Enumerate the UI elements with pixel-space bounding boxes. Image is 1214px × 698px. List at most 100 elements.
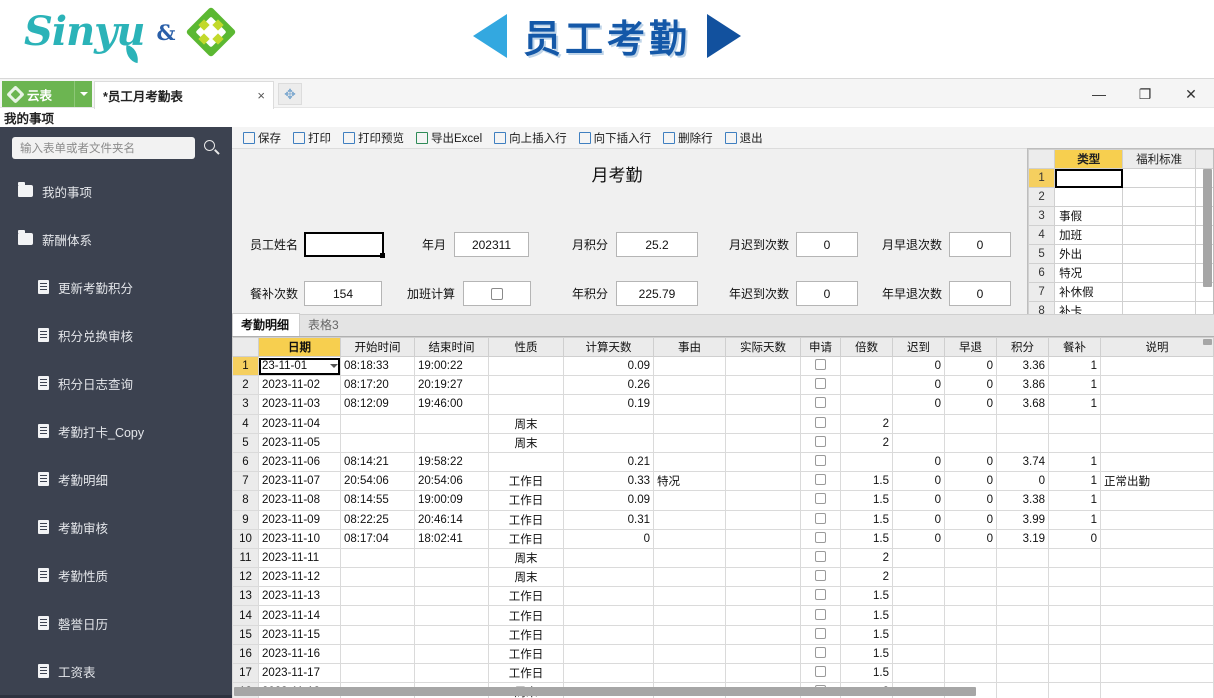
- grid-cell-nature[interactable]: 工作日: [488, 528, 564, 549]
- toolbar-button-5[interactable]: 向下插入行: [574, 128, 657, 148]
- grid-cell-late[interactable]: 0: [892, 355, 945, 377]
- grid-cell-end[interactable]: [414, 605, 489, 626]
- grid-header-apply[interactable]: 申请: [800, 337, 841, 357]
- grid-cell-multiple[interactable]: [840, 355, 893, 377]
- grid-cell-reason[interactable]: [653, 509, 726, 530]
- table-row[interactable]: 17 2023-11-17 工作日 1.5: [232, 662, 1214, 684]
- grid-cell-early[interactable]: 0: [944, 471, 997, 492]
- search-input[interactable]: 输入表单或者文件夹名: [12, 137, 195, 159]
- grid-cell-score[interactable]: 0: [996, 471, 1049, 492]
- mini-grid-row[interactable]: 1: [1028, 168, 1213, 188]
- grid-cell-meal[interactable]: 1: [1048, 509, 1101, 530]
- grid-header-early[interactable]: 早退: [944, 337, 997, 357]
- checkbox-icon[interactable]: [815, 474, 826, 486]
- row-number-cell[interactable]: 15: [232, 624, 259, 645]
- grid-cell-reason[interactable]: [653, 490, 726, 511]
- grid-cell-end[interactable]: [414, 432, 489, 453]
- grid-cell-meal[interactable]: [1048, 413, 1101, 434]
- grid-cell-early[interactable]: 0: [944, 355, 997, 377]
- row-number-cell[interactable]: 6: [232, 451, 259, 473]
- grid-cell-meal[interactable]: [1048, 432, 1101, 453]
- mini-grid-type-cell[interactable]: [1054, 168, 1124, 188]
- mini-grid-row[interactable]: 7 补休假: [1028, 282, 1213, 302]
- checkbox-icon[interactable]: [491, 287, 504, 300]
- grid-cell-meal[interactable]: 1: [1048, 490, 1101, 511]
- sidebar-item-9[interactable]: 磬誉日历: [0, 599, 232, 647]
- grid-cell-actualdays[interactable]: [725, 624, 801, 645]
- document-tab[interactable]: *员工月考勤表 ×: [94, 81, 274, 109]
- toolbar-button-3[interactable]: 导出Excel: [411, 128, 487, 148]
- meal-count-input[interactable]: 154: [304, 281, 383, 306]
- mini-grid-vertical-scrollbar[interactable]: [1203, 169, 1212, 287]
- grid-cell-late[interactable]: [892, 547, 945, 569]
- grid-cell-actualdays[interactable]: [725, 567, 801, 588]
- table-row[interactable]: 11 2023-11-11 周末 2: [232, 547, 1214, 569]
- grid-tab-0[interactable]: 考勤明细: [232, 313, 301, 336]
- mini-grid-welfare-cell[interactable]: [1122, 244, 1196, 264]
- grid-cell-meal[interactable]: [1048, 643, 1101, 665]
- row-number-cell[interactable]: 13: [232, 586, 259, 607]
- grid-cell-score[interactable]: [996, 432, 1049, 453]
- grid-cell-start[interactable]: 08:17:04: [340, 528, 415, 549]
- grid-cell-start[interactable]: 08:14:21: [340, 451, 415, 473]
- grid-cell-late[interactable]: [892, 624, 945, 645]
- grid-cell-start[interactable]: 08:18:33: [340, 355, 415, 377]
- grid-cell-late[interactable]: [892, 567, 945, 588]
- close-tab-icon[interactable]: ×: [257, 88, 265, 103]
- year-score-input[interactable]: 225.79: [616, 281, 699, 306]
- grid-cell-score[interactable]: 3.38: [996, 490, 1049, 511]
- grid-cell-score[interactable]: 3.74: [996, 451, 1049, 473]
- toolbar-button-0[interactable]: 保存: [238, 128, 286, 148]
- grid-cell-apply[interactable]: [800, 567, 841, 588]
- checkbox-icon[interactable]: [815, 589, 826, 601]
- grid-cell-date[interactable]: 2023-11-14: [258, 605, 341, 626]
- row-number-cell[interactable]: 3: [232, 394, 259, 415]
- grid-cell-nature[interactable]: 周末: [488, 432, 564, 453]
- grid-cell-calcdays[interactable]: [563, 586, 654, 607]
- grid-cell-date[interactable]: 2023-11-04: [258, 413, 341, 434]
- grid-cell-note[interactable]: [1100, 375, 1214, 396]
- grid-cell-early[interactable]: [944, 567, 997, 588]
- grid-cell-late[interactable]: 0: [892, 509, 945, 530]
- grid-cell-nature[interactable]: [488, 355, 564, 377]
- grid-cell-note[interactable]: [1100, 432, 1214, 453]
- mini-grid-row[interactable]: 2: [1028, 187, 1213, 207]
- grid-cell-meal[interactable]: [1048, 605, 1101, 626]
- sidebar-item-0[interactable]: 我的事项: [0, 167, 232, 215]
- grid-cell-score[interactable]: [996, 547, 1049, 569]
- grid-cell-calcdays[interactable]: [563, 432, 654, 453]
- grid-cell-score[interactable]: 3.36: [996, 355, 1049, 377]
- grid-cell-nature[interactable]: [488, 451, 564, 473]
- grid-cell-late[interactable]: 0: [892, 528, 945, 549]
- grid-vertical-scrollbar[interactable]: [1203, 339, 1212, 345]
- year-late-count-input[interactable]: 0: [796, 281, 859, 306]
- minimize-button[interactable]: —: [1076, 79, 1122, 109]
- grid-cell-nature[interactable]: 工作日: [488, 662, 564, 684]
- grid-cell-note[interactable]: [1100, 624, 1214, 645]
- grid-cell-apply[interactable]: [800, 509, 841, 530]
- grid-cell-calcdays[interactable]: [563, 662, 654, 684]
- row-number-cell[interactable]: 14: [232, 605, 259, 626]
- grid-cell-date[interactable]: 2023-11-12: [258, 567, 341, 588]
- grid-cell-end[interactable]: [414, 662, 489, 684]
- sidebar-item-3[interactable]: 积分兑换审核: [0, 311, 232, 359]
- mini-grid-type-cell[interactable]: 补休假: [1054, 282, 1124, 302]
- grid-cell-start[interactable]: [340, 605, 415, 626]
- grid-cell-reason[interactable]: [653, 413, 726, 434]
- grid-cell-note[interactable]: [1100, 682, 1214, 698]
- grid-cell-date[interactable]: 2023-11-08: [258, 490, 341, 511]
- grid-cell-nature[interactable]: 工作日: [488, 605, 564, 626]
- grid-cell-date[interactable]: 2023-11-10: [258, 528, 341, 549]
- mini-grid-header-2[interactable]: [1194, 149, 1213, 169]
- grid-cell-nature[interactable]: [488, 394, 564, 415]
- grid-cell-score[interactable]: [996, 682, 1049, 698]
- row-number-cell[interactable]: 11: [232, 547, 259, 569]
- grid-cell-late[interactable]: [892, 605, 945, 626]
- grid-cell-late[interactable]: [892, 643, 945, 665]
- grid-cell-meal[interactable]: [1048, 567, 1101, 588]
- year-early-count-input[interactable]: 0: [949, 281, 1012, 306]
- mini-grid-type-cell[interactable]: 外出: [1054, 244, 1124, 264]
- grid-cell-reason[interactable]: [653, 643, 726, 665]
- grid-cell-apply[interactable]: [800, 394, 841, 415]
- grid-cell-multiple[interactable]: 1.5: [840, 662, 893, 684]
